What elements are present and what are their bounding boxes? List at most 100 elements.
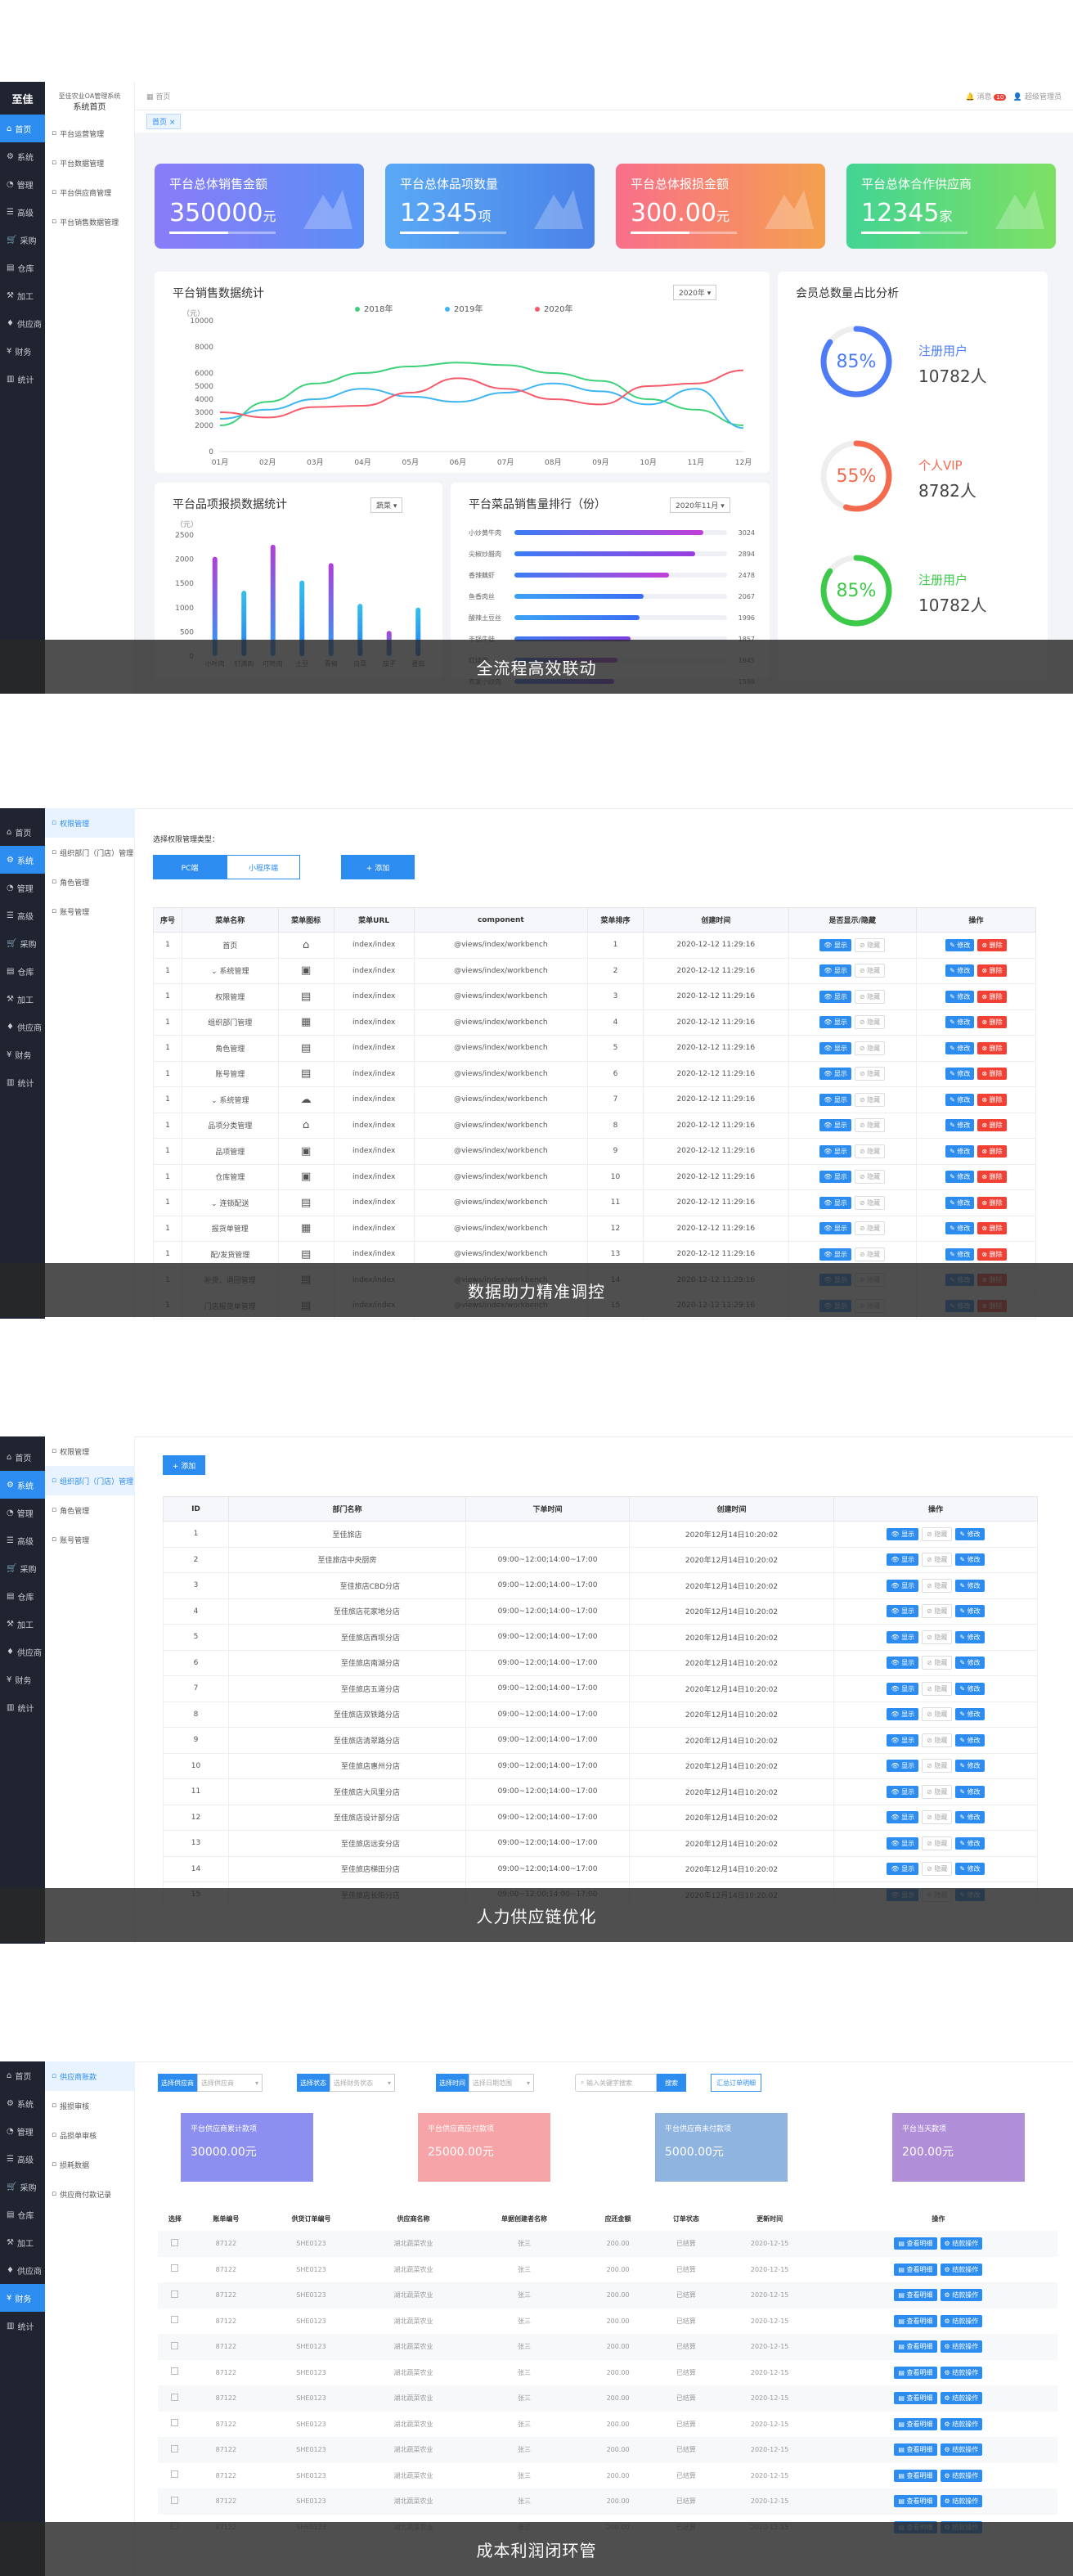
- delete-button[interactable]: ⊗ 删除: [977, 1016, 1007, 1029]
- sidebar-item[interactable]: 🛒 采购: [0, 929, 45, 957]
- rank-select[interactable]: 2020年11月 ▾: [670, 497, 730, 513]
- sidebar-item[interactable]: ☰ 高级: [0, 198, 45, 226]
- edit-button[interactable]: ✎ 修改: [955, 1630, 985, 1643]
- checkbox-icon[interactable]: [171, 2496, 179, 2504]
- show-button[interactable]: 👁 显示: [819, 1041, 851, 1054]
- row-checkbox[interactable]: [158, 2463, 192, 2489]
- sidebar-item[interactable]: ◔ 管理: [0, 874, 45, 901]
- hide-button[interactable]: ⊘ 隐藏: [854, 1144, 886, 1158]
- hide-button[interactable]: ⊘ 隐藏: [854, 1118, 886, 1133]
- expand-icon[interactable]: ⌄: [211, 1200, 219, 1208]
- settle-button[interactable]: ⚙ 结款操作: [940, 2392, 983, 2405]
- submenu-item[interactable]: ▫ 权限管理: [45, 1436, 134, 1466]
- delete-button[interactable]: ⊗ 删除: [977, 964, 1007, 978]
- delete-button[interactable]: ⊗ 删除: [977, 1196, 1007, 1209]
- view-detail-button[interactable]: ▤ 查看明细: [894, 2289, 937, 2302]
- expand-icon[interactable]: ⌄: [211, 968, 219, 976]
- view-detail-button[interactable]: ▤ 查看明细: [894, 2340, 937, 2353]
- hide-button[interactable]: ⊘ 隐藏: [854, 937, 886, 952]
- edit-button[interactable]: ✎ 修改: [955, 1605, 985, 1618]
- edit-button[interactable]: ✎ 修改: [955, 1760, 985, 1773]
- sidebar-item[interactable]: ☰ 高级: [0, 901, 45, 929]
- cell-menu-name[interactable]: ⌄ 系统管理: [181, 957, 279, 984]
- sidebar-item[interactable]: ◔ 管理: [0, 170, 45, 198]
- sidebar-item[interactable]: ¥ 财务: [0, 2284, 45, 2312]
- row-checkbox[interactable]: [158, 2360, 192, 2386]
- sidebar-item[interactable]: ⚒ 加工: [0, 1610, 45, 1638]
- settle-button[interactable]: ⚙ 结款操作: [940, 2237, 983, 2250]
- settle-button[interactable]: ⚙ 结款操作: [940, 2366, 983, 2379]
- settle-button[interactable]: ⚙ 结款操作: [940, 2443, 983, 2457]
- submenu-item[interactable]: ▫ 平台运营管理: [45, 119, 134, 148]
- hide-button[interactable]: ⊘ 隐藏: [922, 1862, 953, 1877]
- sidebar-item[interactable]: ¥ 财务: [0, 1041, 45, 1068]
- checkbox-icon[interactable]: [171, 2238, 179, 2246]
- row-checkbox[interactable]: [158, 2334, 192, 2360]
- checkbox-icon[interactable]: [171, 2419, 179, 2427]
- edit-button[interactable]: ✎ 修改: [955, 1579, 985, 1592]
- sidebar-item[interactable]: ⌂ 首页: [0, 818, 45, 846]
- sidebar-item[interactable]: ♦ 供应商: [0, 1638, 45, 1666]
- view-detail-button[interactable]: ▤ 查看明细: [894, 2237, 937, 2250]
- sidebar-item[interactable]: ⚙ 系统: [0, 2089, 45, 2117]
- edit-button[interactable]: ✎ 修改: [945, 1222, 975, 1235]
- sidebar-item[interactable]: ☰ 高级: [0, 1526, 45, 1554]
- submenu-item[interactable]: ▫ 角色管理: [45, 867, 134, 897]
- filter-select[interactable]: 选择供应商 ▾: [197, 2074, 263, 2092]
- sidebar-item[interactable]: ♦ 供应商: [0, 2256, 45, 2284]
- seg-pc[interactable]: PC端: [153, 855, 227, 879]
- row-checkbox[interactable]: [158, 2309, 192, 2335]
- submenu-item[interactable]: ▫ 平台数据管理: [45, 148, 134, 178]
- tab-home[interactable]: 首页 ×: [146, 114, 182, 129]
- show-button[interactable]: 👁 显示: [887, 1605, 919, 1618]
- show-button[interactable]: 👁 显示: [887, 1708, 919, 1721]
- submenu-item[interactable]: ▫ 品损单审核: [45, 2120, 134, 2150]
- search-button[interactable]: 搜索: [657, 2074, 686, 2092]
- submenu-item[interactable]: ▫ 角色管理: [45, 1495, 134, 1525]
- sidebar-item[interactable]: 🛒 采购: [0, 226, 45, 254]
- checkbox-icon[interactable]: [171, 2393, 179, 2401]
- edit-button[interactable]: ✎ 修改: [955, 1708, 985, 1721]
- submenu-item[interactable]: ▫ 供应商付款记录: [45, 2179, 134, 2209]
- submenu-item[interactable]: ▫ 平台供应商管理: [45, 178, 134, 207]
- edit-button[interactable]: ✎ 修改: [945, 1248, 975, 1261]
- hide-button[interactable]: ⊘ 隐藏: [854, 1015, 886, 1030]
- edit-button[interactable]: ✎ 修改: [945, 990, 975, 1003]
- edit-button[interactable]: ✎ 修改: [945, 1119, 975, 1132]
- sidebar-item[interactable]: ⚒ 加工: [0, 985, 45, 1013]
- show-button[interactable]: 👁 显示: [887, 1785, 919, 1798]
- show-button[interactable]: 👁 显示: [887, 1733, 919, 1747]
- hide-button[interactable]: ⊘ 隐藏: [854, 1195, 886, 1210]
- submenu-item[interactable]: ▫ 平台销售数据管理: [45, 207, 134, 236]
- show-button[interactable]: 👁 显示: [819, 938, 851, 951]
- hide-button[interactable]: ⊘ 隐藏: [922, 1630, 953, 1644]
- sidebar-item[interactable]: ▤ 仓库: [0, 2201, 45, 2228]
- sidebar-item[interactable]: ▤ 仓库: [0, 1582, 45, 1610]
- user-name[interactable]: 超级管理员: [1025, 93, 1062, 101]
- show-button[interactable]: 👁 显示: [887, 1630, 919, 1643]
- edit-button[interactable]: ✎ 修改: [955, 1527, 985, 1540]
- show-button[interactable]: 👁 显示: [887, 1863, 919, 1876]
- view-detail-button[interactable]: ▤ 查看明细: [894, 2263, 937, 2276]
- delete-button[interactable]: ⊗ 删除: [977, 1171, 1007, 1184]
- row-checkbox[interactable]: [158, 2231, 192, 2257]
- hide-button[interactable]: ⊘ 隐藏: [922, 1836, 953, 1850]
- delete-button[interactable]: ⊗ 删除: [977, 938, 1007, 951]
- row-checkbox[interactable]: [158, 2488, 192, 2515]
- edit-button[interactable]: ✎ 修改: [955, 1836, 985, 1850]
- checkbox-icon[interactable]: [171, 2316, 179, 2324]
- delete-button[interactable]: ⊗ 删除: [977, 1093, 1007, 1106]
- show-button[interactable]: 👁 显示: [887, 1760, 919, 1773]
- row-checkbox[interactable]: [158, 2437, 192, 2463]
- edit-button[interactable]: ✎ 修改: [955, 1657, 985, 1670]
- show-button[interactable]: 👁 显示: [887, 1527, 919, 1540]
- show-button[interactable]: 👁 显示: [887, 1682, 919, 1695]
- sidebar-item[interactable]: ⌂ 首页: [0, 2061, 45, 2089]
- sidebar-item[interactable]: ⚙ 系统: [0, 846, 45, 874]
- search-input[interactable]: ⌕ 输入关键字搜索: [575, 2074, 657, 2092]
- hide-button[interactable]: ⊘ 隐藏: [854, 1221, 886, 1236]
- show-button[interactable]: 👁 显示: [819, 990, 851, 1003]
- row-checkbox[interactable]: [158, 2385, 192, 2412]
- edit-button[interactable]: ✎ 修改: [945, 1068, 975, 1081]
- add-button[interactable]: + 添加: [341, 855, 415, 879]
